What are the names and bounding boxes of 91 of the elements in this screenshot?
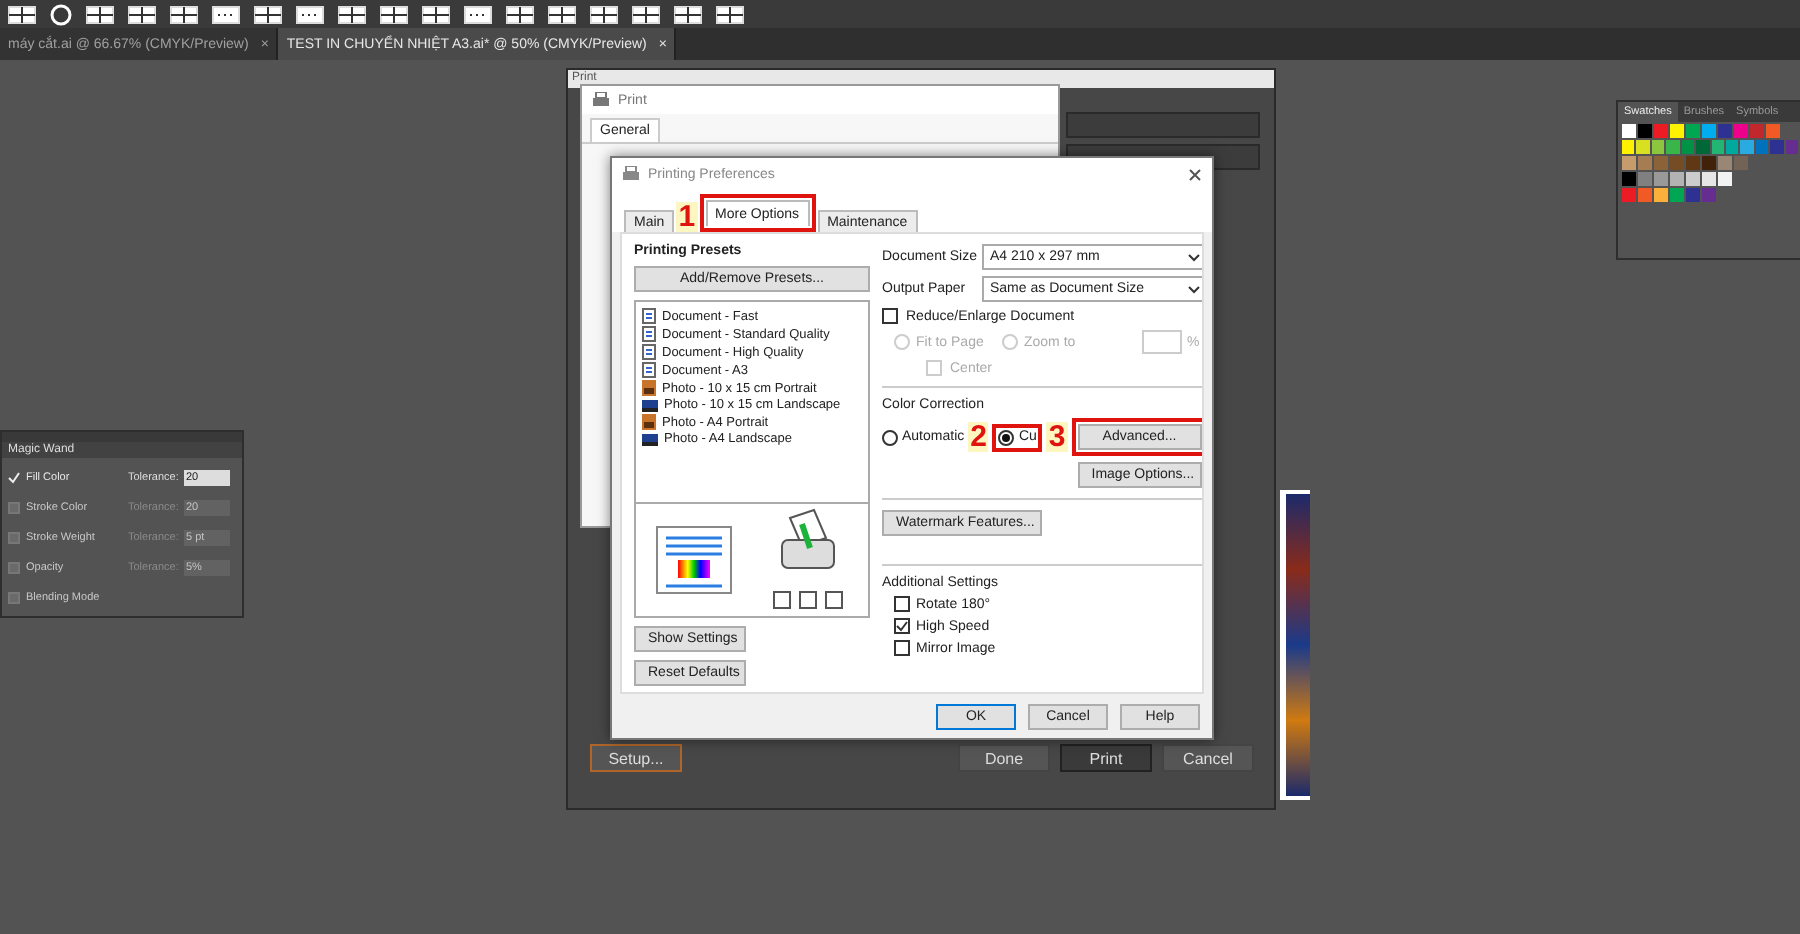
checkbox[interactable] xyxy=(8,561,20,573)
grid-icon[interactable] xyxy=(632,3,660,25)
color-swatch[interactable] xyxy=(1750,124,1764,138)
color-swatch[interactable] xyxy=(1686,156,1700,170)
color-swatch[interactable] xyxy=(1734,156,1748,170)
color-swatch[interactable] xyxy=(1725,140,1739,154)
grid-icon[interactable] xyxy=(128,3,156,25)
step-number: 1 xyxy=(676,202,698,232)
color-swatch[interactable] xyxy=(1718,156,1732,170)
step-number: 2 xyxy=(968,422,989,452)
color-swatch[interactable] xyxy=(1638,124,1652,138)
checkbox[interactable] xyxy=(882,308,898,324)
grid-icon[interactable] xyxy=(674,3,702,25)
color-swatch[interactable] xyxy=(1622,140,1635,154)
dialog-button[interactable]: Print xyxy=(1060,744,1152,772)
grid-icon[interactable] xyxy=(506,3,534,25)
checkbox[interactable] xyxy=(894,618,910,634)
color-swatch[interactable] xyxy=(1718,172,1732,186)
color-swatch[interactable] xyxy=(1770,140,1784,154)
color-swatch[interactable] xyxy=(1686,172,1700,186)
dots-icon[interactable] xyxy=(296,3,324,25)
color-swatch[interactable] xyxy=(1670,172,1684,186)
printer-drawing xyxy=(769,508,849,612)
color-swatch[interactable] xyxy=(1654,124,1668,138)
grid-icon[interactable] xyxy=(380,3,408,25)
color-swatch[interactable] xyxy=(1711,140,1724,154)
color-swatch[interactable] xyxy=(1681,140,1695,154)
checkbox[interactable] xyxy=(8,531,20,543)
dialog-button[interactable]: Done xyxy=(958,744,1050,772)
color-swatch[interactable] xyxy=(1654,156,1668,170)
zoom-field[interactable] xyxy=(1141,330,1182,354)
color-swatch[interactable] xyxy=(1622,124,1636,138)
color-swatch[interactable] xyxy=(1651,140,1665,154)
photo-icon xyxy=(642,433,658,445)
dots-icon[interactable] xyxy=(464,3,492,25)
color-swatch[interactable] xyxy=(1702,188,1716,202)
dots-icon[interactable] xyxy=(212,3,240,25)
page-preview-icon xyxy=(655,526,731,594)
printer-icon xyxy=(592,92,610,108)
color-swatch[interactable] xyxy=(1622,188,1636,202)
color-swatch[interactable] xyxy=(1638,156,1652,170)
color-swatch[interactable] xyxy=(1702,156,1716,170)
color-swatch[interactable] xyxy=(1740,140,1754,154)
caret-icon xyxy=(1187,253,1200,261)
color-swatch[interactable] xyxy=(1696,140,1710,154)
grid-icon[interactable] xyxy=(422,3,450,25)
color-swatch[interactable] xyxy=(1638,188,1652,202)
grid-icon[interactable] xyxy=(8,3,36,25)
color-swatch[interactable] xyxy=(1734,124,1748,138)
caret-icon xyxy=(1187,285,1200,293)
printer-icon xyxy=(622,166,640,182)
color-swatch[interactable] xyxy=(1638,172,1652,186)
color-swatch[interactable] xyxy=(1670,124,1684,138)
grid-icon[interactable] xyxy=(170,3,198,25)
color-swatch[interactable] xyxy=(1654,172,1668,186)
color-swatch[interactable] xyxy=(1766,124,1780,138)
checkbox[interactable] xyxy=(894,596,910,612)
color-swatch[interactable] xyxy=(1670,188,1684,202)
close-icon[interactable] xyxy=(1188,167,1202,181)
color-swatch[interactable] xyxy=(1654,188,1668,202)
color-swatch[interactable] xyxy=(1755,140,1769,154)
grid-icon[interactable] xyxy=(590,3,618,25)
color-swatch[interactable] xyxy=(1686,124,1700,138)
checkbox[interactable] xyxy=(894,640,910,656)
radio-button[interactable] xyxy=(998,429,1015,445)
grid-icon[interactable] xyxy=(254,3,282,25)
color-swatch[interactable] xyxy=(1666,140,1680,154)
color-swatch[interactable] xyxy=(1670,156,1684,170)
dialog-button[interactable]: Cancel xyxy=(1162,744,1254,772)
color-swatch[interactable] xyxy=(1686,188,1700,202)
color-swatch[interactable] xyxy=(1622,172,1636,186)
checkbox[interactable] xyxy=(8,591,20,603)
setup-button[interactable]: Setup... xyxy=(590,744,682,772)
grid-icon[interactable] xyxy=(716,3,744,25)
color-swatch[interactable] xyxy=(1636,140,1650,154)
photo-icon xyxy=(642,380,656,396)
photo-icon xyxy=(642,399,658,411)
color-swatch[interactable] xyxy=(1785,140,1799,154)
dropdown-field[interactable] xyxy=(1066,112,1260,138)
grid-icon[interactable] xyxy=(338,3,366,25)
photo-icon xyxy=(642,414,656,430)
step-number: 3 xyxy=(1046,422,1068,452)
color-swatch[interactable] xyxy=(1622,156,1636,170)
color-swatch[interactable] xyxy=(1718,124,1732,138)
checkbox[interactable] xyxy=(8,501,20,513)
circle-icon[interactable] xyxy=(50,3,72,25)
grid-icon[interactable] xyxy=(86,3,114,25)
radio-button[interactable] xyxy=(882,429,898,445)
color-swatch[interactable] xyxy=(1702,172,1716,186)
color-swatch[interactable] xyxy=(1702,124,1716,138)
grid-icon[interactable] xyxy=(548,3,576,25)
